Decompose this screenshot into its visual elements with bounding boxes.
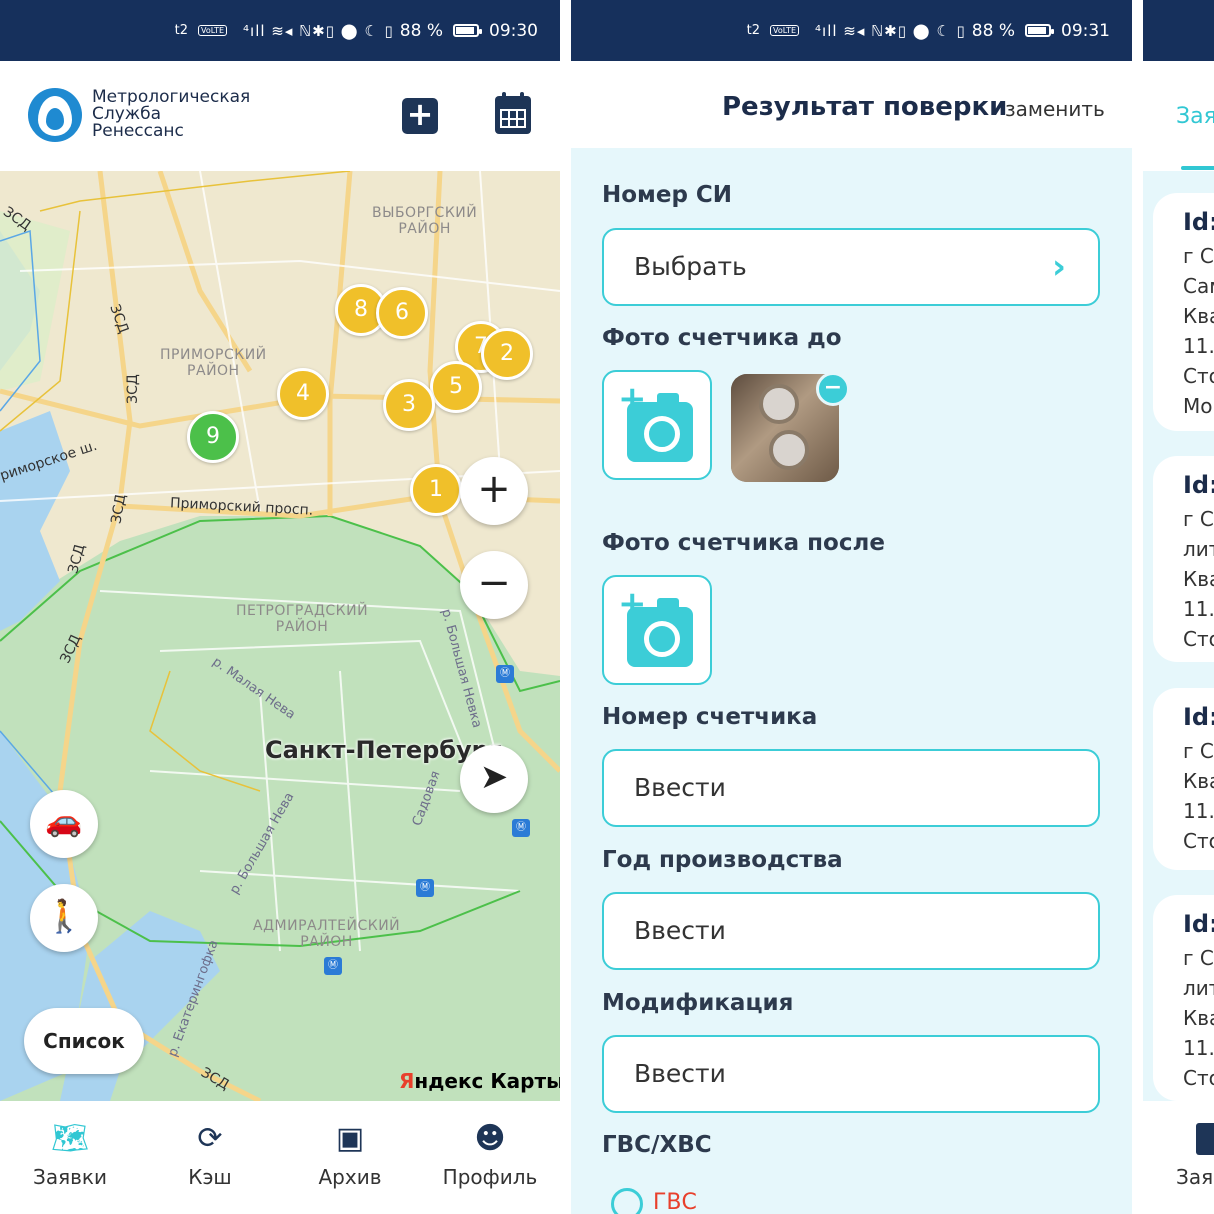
plus-icon[interactable]: + [402,98,438,134]
verification-result-screen: t2 VoLTE ⁴ıll ≋◂ ℕ✱▯ ⬤ ☾ ▯ 88 % 09:31 Ре… [571,0,1132,1214]
face-icon: ☻ [474,1121,506,1156]
map-canvas [0,171,560,1101]
status-icons: ⁴ıll ≋◂ ℕ✱▯ ⬤ ☾ ▯ [815,21,966,40]
requests-list-screen: Зая Id: г Са Сам Ква 11.( Сто Мо Id: г С… [1143,0,1214,1214]
map-cluster[interactable]: 6 [376,287,428,339]
district-label: ВЫБОРГСКИЙ РАЙОН [372,205,478,237]
nav-item-requests[interactable]: 🗺 Заявки [0,1101,140,1214]
map-icon[interactable] [1196,1123,1214,1155]
status-icons: ⁴ıll ≋◂ ℕ✱▯ ⬤ ☾ ▯ [243,21,394,40]
request-card[interactable]: Id: г Са лит Ква 11.( Сто [1153,895,1214,1101]
inbox-icon: ▣ [335,1121,365,1156]
district-label: ПЕТРОГРАДСКИЙ РАЙОН [236,603,369,635]
app-header [0,61,560,171]
map-cluster[interactable]: 5 [430,361,482,413]
tab-requests[interactable]: Зая [1176,104,1214,129]
volte-badge: VoLTE [197,25,228,36]
request-card[interactable]: Id: г Са Сам Ква 11.( Сто Мо [1153,193,1214,431]
navigation-arrow-icon[interactable]: ➤ [460,745,528,813]
zoom-in-button[interactable]: + [460,457,528,525]
modification-input[interactable]: Ввести [602,1035,1100,1113]
bottom-nav: 🗺 Заявки ⟳ Кэш ▣ Архив ☻ Профиль [0,1101,560,1214]
volte-badge: VoLTE [769,25,800,36]
clock: 09:31 [1061,20,1110,41]
page-title: Результат поверки [722,92,1008,122]
calendar-icon[interactable] [495,92,531,134]
add-photo-before-button[interactable]: + [602,370,712,480]
map-cluster[interactable]: 2 [481,328,533,380]
chevron-right-icon: › [1051,247,1066,287]
camera-icon [627,598,693,667]
si-number-label: Номер СИ [602,182,733,208]
nav-item-archive[interactable]: ▣ Архив [280,1101,420,1214]
clock: 09:30 [489,20,538,41]
nav-item-profile[interactable]: ☻ Профиль [420,1101,560,1214]
status-bar [1143,0,1214,61]
metro-icon: Ⓜ [496,665,514,683]
metro-icon: Ⓜ [324,957,342,975]
list-button[interactable]: Список [24,1008,144,1074]
battery-level: 88 % [399,20,443,41]
request-card[interactable]: Id: г Са Ква 11.( Сто [1153,688,1214,870]
tab-indicator [1181,166,1214,170]
meter-number-label: Номер счетчика [602,704,818,730]
status-bar: t2 VoLTE ⁴ıll ≋◂ ℕ✱▯ ⬤ ☾ ▯ 88 % 09:31 [571,0,1132,61]
nav-item-cache[interactable]: ⟳ Кэш [140,1101,280,1214]
hot-water-radio[interactable] [611,1188,643,1214]
photo-after-label: Фото счетчика после [602,530,885,556]
hot-water-option-label: ГВС [653,1190,697,1214]
add-photo-after-button[interactable]: + [602,575,712,685]
road-label: ЗСД [124,374,141,404]
map-cluster[interactable]: 4 [277,368,329,420]
district-label: АДМИРАЛТЕЙСКИЙ РАЙОН [253,918,401,950]
map-icon: 🗺 [50,1121,90,1156]
water-type-label: ГВС/ХВС [602,1132,712,1158]
camera-icon [627,393,693,462]
bottom-nav [1143,1101,1214,1214]
map-cluster[interactable]: 1 [410,464,462,516]
nav-item-label[interactable]: Зая [1176,1165,1213,1189]
replace-button[interactable]: заменить [1005,97,1105,121]
yandex-maps-logo: Яндекс Карты [399,1069,560,1093]
battery-level: 88 % [971,20,1015,41]
meter-number-input[interactable]: Ввести [602,749,1100,827]
request-card[interactable]: Id: г Са лит Ква 11.( Сто [1153,456,1214,662]
si-number-select[interactable]: Выбрать › [602,228,1100,306]
map-cluster[interactable]: 3 [383,379,435,431]
modification-label: Модификация [602,990,794,1016]
metro-icon: Ⓜ [512,819,530,837]
status-bar: t2 VoLTE ⁴ıll ≋◂ ℕ✱▯ ⬤ ☾ ▯ 88 % 09:30 [0,0,560,61]
metro-icon: Ⓜ [416,879,434,897]
car-icon[interactable]: 🚗 [30,790,98,858]
logo-text: Метрологическая Служба Ренессанс [92,89,250,140]
map-cluster[interactable]: 9 [187,411,239,463]
logo-line: Ренессанс [92,121,184,141]
district-label: ПРИМОРСКИЙ РАЙОН [160,347,267,379]
carrier: t2 [746,23,760,38]
zoom-out-button[interactable]: − [460,551,528,619]
walking-person-icon[interactable]: 🚶 [30,884,98,952]
production-year-label: Год производства [602,847,843,873]
photo-before-label: Фото счетчика до [602,325,842,351]
map-view[interactable]: ВЫБОРГСКИЙ РАЙОН ПРИМОРСКИЙ РАЙОН ПЕТРОГРА… [0,171,560,1101]
refresh-icon: ⟳ [197,1121,223,1156]
carrier: t2 [174,23,188,38]
remove-photo-icon[interactable]: − [816,372,850,406]
logo-drop-icon [28,88,82,142]
map-screen: t2 VoLTE ⁴ıll ≋◂ ℕ✱▯ ⬤ ☾ ▯ 88 % 09:30 Ме… [0,0,560,1214]
production-year-input[interactable]: Ввести [602,892,1100,970]
battery-icon [453,24,482,37]
battery-icon [1025,24,1054,37]
